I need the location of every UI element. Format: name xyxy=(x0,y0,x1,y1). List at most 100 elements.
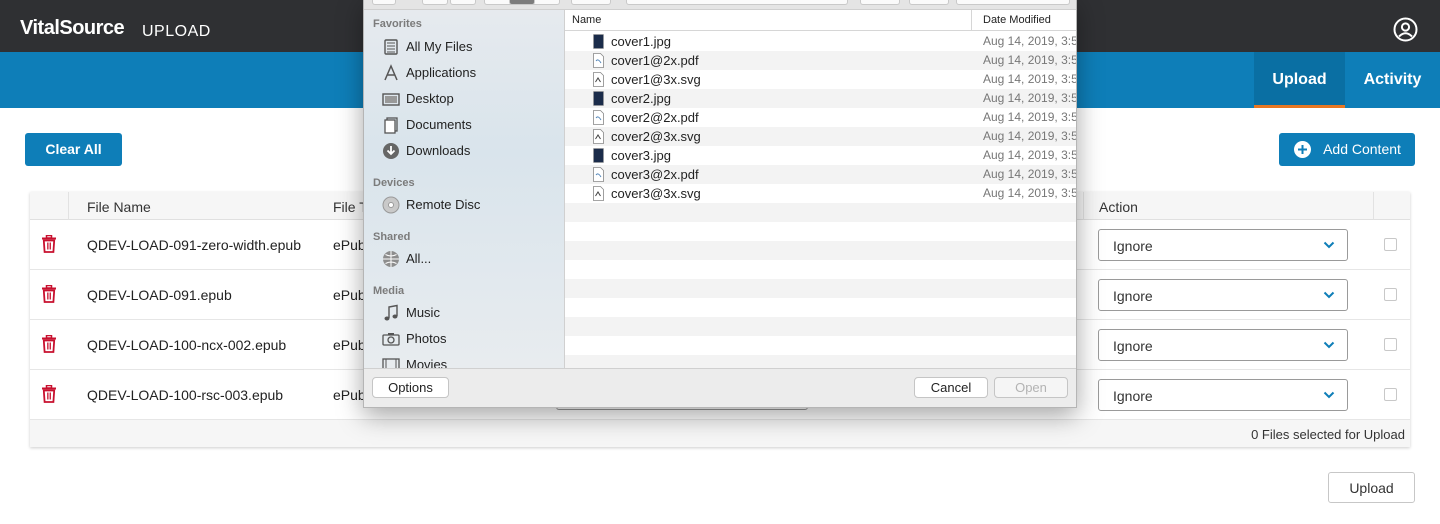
file-type: ePub xyxy=(333,237,366,253)
file-row-date: Aug 14, 2019, 3:5 xyxy=(983,167,1077,181)
trash-icon[interactable] xyxy=(41,385,57,403)
file-open-dialog: Favorites All My Files Applications Desk… xyxy=(363,0,1077,408)
toolbar-button[interactable] xyxy=(372,0,396,5)
options-button[interactable]: Options xyxy=(372,377,449,398)
column-divider xyxy=(1373,192,1374,220)
file-row[interactable]: cover3@3x.svg Aug 14, 2019, 3:5 xyxy=(565,184,1076,203)
camera-icon xyxy=(382,333,400,346)
file-list: Name Date Modified cover1.jpg Aug 14, 201… xyxy=(565,10,1077,368)
empty-row xyxy=(565,222,1076,241)
file-row-date: Aug 14, 2019, 3:5 xyxy=(983,129,1077,143)
file-name: QDEV-LOAD-091.epub xyxy=(87,287,232,303)
column-file-name[interactable]: File Name xyxy=(87,199,151,215)
file-row[interactable]: cover2.jpg Aug 14, 2019, 3:5 xyxy=(565,89,1076,108)
sidebar-heading-shared: Shared xyxy=(373,231,411,243)
plus-circle-icon xyxy=(1294,141,1311,158)
brand-logo: VitalSource xyxy=(20,17,125,39)
all-files-icon xyxy=(384,39,398,55)
file-row[interactable]: cover3.jpg Aug 14, 2019, 3:5 xyxy=(565,146,1077,165)
pdf-file-icon xyxy=(593,53,604,68)
svg-file-icon xyxy=(593,129,604,144)
file-row-date: Aug 14, 2019, 3:5 xyxy=(983,53,1077,67)
action-select[interactable]: Ignore xyxy=(1098,279,1348,311)
row-checkbox[interactable] xyxy=(1384,388,1397,401)
file-name: QDEV-LOAD-100-rsc-003.epub xyxy=(87,387,284,403)
sidebar-item-label: Photos xyxy=(406,331,447,346)
file-row-date: Aug 14, 2019, 3:5 xyxy=(983,110,1077,124)
clear-all-button[interactable]: Clear All xyxy=(25,133,122,166)
share-button[interactable] xyxy=(860,0,900,5)
upload-button[interactable]: Upload xyxy=(1328,472,1415,503)
file-row[interactable]: cover2@2x.pdf Aug 14, 2019, 3:5 xyxy=(565,108,1077,127)
column-name[interactable]: Name xyxy=(572,14,601,26)
row-checkbox[interactable] xyxy=(1384,338,1397,351)
empty-row xyxy=(565,317,1076,336)
file-type: ePub xyxy=(333,337,366,353)
file-row-date: Aug 14, 2019, 3:5 xyxy=(983,34,1077,48)
file-type: ePub xyxy=(333,287,366,303)
dialog-sidebar: Favorites All My Files Applications Desk… xyxy=(364,10,565,372)
column-divider xyxy=(1083,192,1084,220)
empty-row xyxy=(565,241,1076,260)
file-row-name: cover3@3x.svg xyxy=(611,186,701,201)
trash-icon[interactable] xyxy=(41,335,57,353)
sidebar-item-label: Music xyxy=(406,305,440,320)
dialog-footer: Options Cancel Open xyxy=(364,368,1076,407)
file-row[interactable]: cover1@2x.pdf Aug 14, 2019, 3:5 xyxy=(565,51,1077,70)
forward-button[interactable] xyxy=(450,0,476,5)
action-select[interactable]: Ignore xyxy=(1098,329,1348,361)
file-row-name: cover1@3x.svg xyxy=(611,72,701,87)
sidebar-item-label: Applications xyxy=(406,65,477,80)
selection-count: 0 Files selected for Upload xyxy=(1251,427,1405,442)
row-checkbox[interactable] xyxy=(1384,238,1397,251)
file-row-date: Aug 14, 2019, 3:5 xyxy=(983,148,1077,162)
disc-icon xyxy=(382,196,400,214)
column-date-modified[interactable]: Date Modified xyxy=(983,14,1051,26)
empty-row xyxy=(565,203,1076,222)
trash-icon[interactable] xyxy=(41,235,57,253)
music-note-icon xyxy=(384,304,398,321)
sidebar-item-label: All... xyxy=(406,251,432,266)
chevron-down-icon xyxy=(1323,341,1335,349)
arrange-button[interactable] xyxy=(571,0,611,5)
tags-button[interactable] xyxy=(909,0,949,5)
search-field[interactable] xyxy=(956,0,1070,5)
chevron-down-icon xyxy=(1323,241,1335,249)
column-divider xyxy=(68,192,69,220)
sidebar-item-label: Downloads xyxy=(406,143,471,158)
row-checkbox[interactable] xyxy=(1384,288,1397,301)
cancel-button[interactable]: Cancel xyxy=(914,377,988,398)
action-select-value: Ignore xyxy=(1113,288,1153,304)
add-content-label: Add Content xyxy=(1323,141,1401,157)
tab-activity[interactable]: Activity xyxy=(1345,52,1440,108)
svg-file-icon xyxy=(593,186,604,201)
file-row[interactable]: cover2@3x.svg Aug 14, 2019, 3:5 xyxy=(565,127,1077,146)
file-row-name: cover2@2x.pdf xyxy=(611,110,699,125)
file-row-name: cover2@3x.svg xyxy=(611,129,701,144)
empty-row xyxy=(565,336,1076,355)
action-select-value: Ignore xyxy=(1113,388,1153,404)
action-select-value: Ignore xyxy=(1113,338,1153,354)
image-file-icon xyxy=(593,148,604,163)
location-popup[interactable] xyxy=(626,0,848,5)
empty-row xyxy=(565,298,1076,317)
file-name: QDEV-LOAD-100-ncx-002.epub xyxy=(87,337,287,353)
tab-upload[interactable]: Upload xyxy=(1254,52,1345,108)
file-list-header: Name Date Modified xyxy=(565,10,1076,31)
file-row[interactable]: cover1.jpg Aug 14, 2019, 3:5 xyxy=(565,32,1077,51)
column-action[interactable]: Action xyxy=(1099,199,1138,215)
action-select[interactable]: Ignore xyxy=(1098,229,1348,261)
trash-icon[interactable] xyxy=(41,285,57,303)
back-button[interactable] xyxy=(422,0,448,5)
open-button[interactable]: Open xyxy=(994,377,1068,398)
file-row[interactable]: cover3@2x.pdf Aug 14, 2019, 3:5 xyxy=(565,165,1077,184)
add-content-button[interactable]: Add Content xyxy=(1279,133,1415,166)
file-row[interactable]: cover1@3x.svg Aug 14, 2019, 3:5 xyxy=(565,70,1077,89)
file-row-date: Aug 14, 2019, 3:5 xyxy=(983,72,1077,86)
action-select[interactable]: Ignore xyxy=(1098,379,1348,411)
file-row-name: cover1@2x.pdf xyxy=(611,53,699,68)
user-account-icon[interactable] xyxy=(1393,17,1418,42)
sidebar-item-label: Documents xyxy=(406,117,472,132)
view-columns-button[interactable] xyxy=(509,0,535,5)
desktop-icon xyxy=(382,93,400,106)
